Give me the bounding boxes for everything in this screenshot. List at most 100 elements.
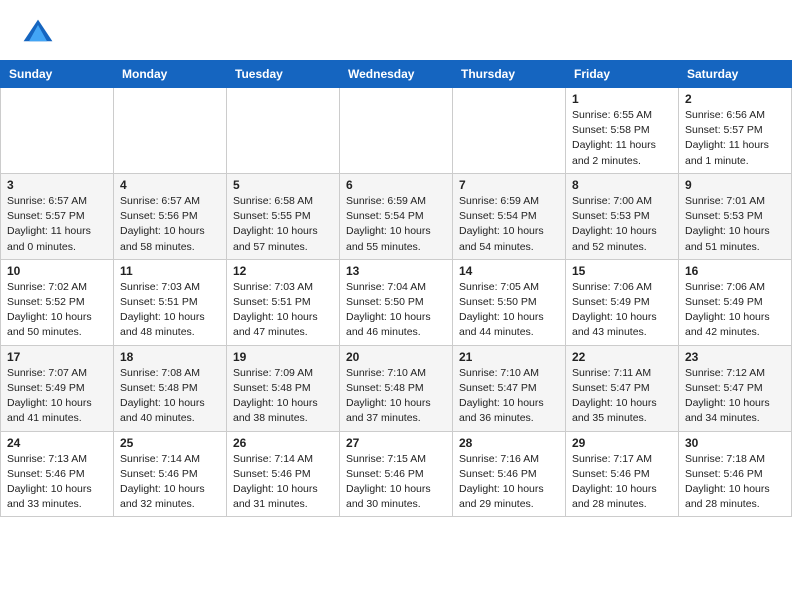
calendar-cell: 27Sunrise: 7:15 AMSunset: 5:46 PMDayligh… bbox=[340, 431, 453, 517]
day-info: Sunrise: 7:18 AMSunset: 5:46 PMDaylight:… bbox=[685, 452, 785, 513]
calendar-cell: 17 Sunrise: 7:07 AMSunset: 5:49 PMDayligh… bbox=[1, 345, 114, 431]
calendar-header-tuesday: Tuesday bbox=[227, 61, 340, 88]
day-info: Sunrise: 6:59 AMSunset: 5:54 PMDaylight:… bbox=[459, 194, 559, 255]
day-info: Sunrise: 7:06 AMSunset: 5:49 PMDaylight:… bbox=[572, 280, 672, 341]
calendar-body: 1 Sunrise: 6:55 AMSunset: 5:58 PMDaylight… bbox=[1, 88, 792, 517]
calendar-cell bbox=[453, 88, 566, 174]
calendar-cell: 4 Sunrise: 6:57 AMSunset: 5:56 PMDaylight… bbox=[114, 173, 227, 259]
day-number: 19 bbox=[233, 350, 333, 364]
day-number: 14 bbox=[459, 264, 559, 278]
calendar-week-2: 3 Sunrise: 6:57 AMSunset: 5:57 PMDaylight… bbox=[1, 173, 792, 259]
calendar-cell: 7Sunrise: 6:59 AMSunset: 5:54 PMDaylight… bbox=[453, 173, 566, 259]
calendar-week-4: 17 Sunrise: 7:07 AMSunset: 5:49 PMDayligh… bbox=[1, 345, 792, 431]
day-number: 3 bbox=[7, 178, 107, 192]
day-number: 17 bbox=[7, 350, 107, 364]
day-info: Sunrise: 7:16 AMSunset: 5:46 PMDaylight:… bbox=[459, 452, 559, 513]
day-number: 26 bbox=[233, 436, 333, 450]
day-number: 4 bbox=[120, 178, 220, 192]
calendar-cell: 20 Sunrise: 7:10 AMSunset: 5:48 PMDayligh… bbox=[340, 345, 453, 431]
day-info: Sunrise: 6:56 AMSunset: 5:57 PMDaylight:… bbox=[685, 108, 785, 169]
calendar-cell: 11 Sunrise: 7:03 AMSunset: 5:51 PMDayligh… bbox=[114, 259, 227, 345]
day-number: 29 bbox=[572, 436, 672, 450]
calendar-cell: 14Sunrise: 7:05 AMSunset: 5:50 PMDayligh… bbox=[453, 259, 566, 345]
day-number: 24 bbox=[7, 436, 107, 450]
calendar-header-wednesday: Wednesday bbox=[340, 61, 453, 88]
calendar-cell: 25 Sunrise: 7:14 AMSunset: 5:46 PMDayligh… bbox=[114, 431, 227, 517]
calendar-cell: 21 Sunrise: 7:10 AMSunset: 5:47 PMDayligh… bbox=[453, 345, 566, 431]
day-number: 2 bbox=[685, 92, 785, 106]
calendar-cell: 22 Sunrise: 7:11 AMSunset: 5:47 PMDayligh… bbox=[566, 345, 679, 431]
day-info: Sunrise: 7:13 AMSunset: 5:46 PMDaylight:… bbox=[7, 452, 107, 513]
day-info: Sunrise: 7:08 AMSunset: 5:48 PMDaylight:… bbox=[120, 366, 220, 427]
day-number: 22 bbox=[572, 350, 672, 364]
day-number: 13 bbox=[346, 264, 446, 278]
day-number: 15 bbox=[572, 264, 672, 278]
day-info: Sunrise: 7:03 AMSunset: 5:51 PMDaylight:… bbox=[120, 280, 220, 341]
calendar-week-3: 10 Sunrise: 7:02 AMSunset: 5:52 PMDayligh… bbox=[1, 259, 792, 345]
calendar-cell: 19 Sunrise: 7:09 AMSunset: 5:48 PMDayligh… bbox=[227, 345, 340, 431]
day-info: Sunrise: 7:04 AMSunset: 5:50 PMDaylight:… bbox=[346, 280, 446, 341]
calendar-header-row: SundayMondayTuesdayWednesdayThursdayFrid… bbox=[1, 61, 792, 88]
day-number: 11 bbox=[120, 264, 220, 278]
day-info: Sunrise: 6:58 AMSunset: 5:55 PMDaylight:… bbox=[233, 194, 333, 255]
day-number: 8 bbox=[572, 178, 672, 192]
calendar-week-1: 1 Sunrise: 6:55 AMSunset: 5:58 PMDaylight… bbox=[1, 88, 792, 174]
calendar-cell: 13 Sunrise: 7:04 AMSunset: 5:50 PMDayligh… bbox=[340, 259, 453, 345]
day-info: Sunrise: 7:00 AMSunset: 5:53 PMDaylight:… bbox=[572, 194, 672, 255]
calendar-cell: 15 Sunrise: 7:06 AMSunset: 5:49 PMDayligh… bbox=[566, 259, 679, 345]
calendar-cell bbox=[114, 88, 227, 174]
logo bbox=[20, 16, 62, 52]
calendar-table: SundayMondayTuesdayWednesdayThursdayFrid… bbox=[0, 60, 792, 517]
calendar-cell: 3 Sunrise: 6:57 AMSunset: 5:57 PMDaylight… bbox=[1, 173, 114, 259]
day-number: 5 bbox=[233, 178, 333, 192]
day-number: 12 bbox=[233, 264, 333, 278]
calendar-cell: 1 Sunrise: 6:55 AMSunset: 5:58 PMDaylight… bbox=[566, 88, 679, 174]
calendar-cell: 12 Sunrise: 7:03 AMSunset: 5:51 PMDayligh… bbox=[227, 259, 340, 345]
day-info: Sunrise: 6:59 AMSunset: 5:54 PMDaylight:… bbox=[346, 194, 446, 255]
calendar-cell: 23 Sunrise: 7:12 AMSunset: 5:47 PMDayligh… bbox=[679, 345, 792, 431]
calendar-header-sunday: Sunday bbox=[1, 61, 114, 88]
calendar-cell: 28 Sunrise: 7:16 AMSunset: 5:46 PMDayligh… bbox=[453, 431, 566, 517]
day-number: 6 bbox=[346, 178, 446, 192]
calendar-week-5: 24 Sunrise: 7:13 AMSunset: 5:46 PMDayligh… bbox=[1, 431, 792, 517]
calendar-cell: 24 Sunrise: 7:13 AMSunset: 5:46 PMDayligh… bbox=[1, 431, 114, 517]
day-info: Sunrise: 7:10 AMSunset: 5:48 PMDaylight:… bbox=[346, 366, 446, 427]
day-info: Sunrise: 6:55 AMSunset: 5:58 PMDaylight:… bbox=[572, 108, 672, 169]
day-info: Sunrise: 7:07 AMSunset: 5:49 PMDaylight:… bbox=[7, 366, 107, 427]
calendar-cell: 6 Sunrise: 6:59 AMSunset: 5:54 PMDaylight… bbox=[340, 173, 453, 259]
calendar-header-saturday: Saturday bbox=[679, 61, 792, 88]
calendar-cell bbox=[227, 88, 340, 174]
day-number: 28 bbox=[459, 436, 559, 450]
calendar-cell: 16Sunrise: 7:06 AMSunset: 5:49 PMDayligh… bbox=[679, 259, 792, 345]
day-number: 21 bbox=[459, 350, 559, 364]
calendar-cell: 30 Sunrise: 7:18 AMSunset: 5:46 PMDayligh… bbox=[679, 431, 792, 517]
day-info: Sunrise: 7:02 AMSunset: 5:52 PMDaylight:… bbox=[7, 280, 107, 341]
day-info: Sunrise: 7:01 AMSunset: 5:53 PMDaylight:… bbox=[685, 194, 785, 255]
day-number: 1 bbox=[572, 92, 672, 106]
calendar-header-monday: Monday bbox=[114, 61, 227, 88]
logo-icon bbox=[20, 16, 56, 52]
calendar-cell: 18 Sunrise: 7:08 AMSunset: 5:48 PMDayligh… bbox=[114, 345, 227, 431]
calendar-cell: 2 Sunrise: 6:56 AMSunset: 5:57 PMDaylight… bbox=[679, 88, 792, 174]
day-info: Sunrise: 7:17 AMSunset: 5:46 PMDaylight:… bbox=[572, 452, 672, 513]
calendar-cell: 5 Sunrise: 6:58 AMSunset: 5:55 PMDaylight… bbox=[227, 173, 340, 259]
day-info: Sunrise: 7:09 AMSunset: 5:48 PMDaylight:… bbox=[233, 366, 333, 427]
day-number: 18 bbox=[120, 350, 220, 364]
page-header bbox=[0, 0, 792, 60]
calendar-cell: 9Sunrise: 7:01 AMSunset: 5:53 PMDaylight… bbox=[679, 173, 792, 259]
day-number: 20 bbox=[346, 350, 446, 364]
day-info: Sunrise: 7:12 AMSunset: 5:47 PMDaylight:… bbox=[685, 366, 785, 427]
day-info: Sunrise: 7:03 AMSunset: 5:51 PMDaylight:… bbox=[233, 280, 333, 341]
calendar-cell bbox=[340, 88, 453, 174]
day-number: 30 bbox=[685, 436, 785, 450]
day-info: Sunrise: 6:57 AMSunset: 5:57 PMDaylight:… bbox=[7, 194, 107, 255]
day-info: Sunrise: 6:57 AMSunset: 5:56 PMDaylight:… bbox=[120, 194, 220, 255]
day-info: Sunrise: 7:10 AMSunset: 5:47 PMDaylight:… bbox=[459, 366, 559, 427]
calendar-cell: 29 Sunrise: 7:17 AMSunset: 5:46 PMDayligh… bbox=[566, 431, 679, 517]
day-info: Sunrise: 7:11 AMSunset: 5:47 PMDaylight:… bbox=[572, 366, 672, 427]
day-number: 25 bbox=[120, 436, 220, 450]
day-number: 23 bbox=[685, 350, 785, 364]
day-number: 10 bbox=[7, 264, 107, 278]
day-info: Sunrise: 7:14 AMSunset: 5:46 PMDaylight:… bbox=[120, 452, 220, 513]
calendar-header-thursday: Thursday bbox=[453, 61, 566, 88]
